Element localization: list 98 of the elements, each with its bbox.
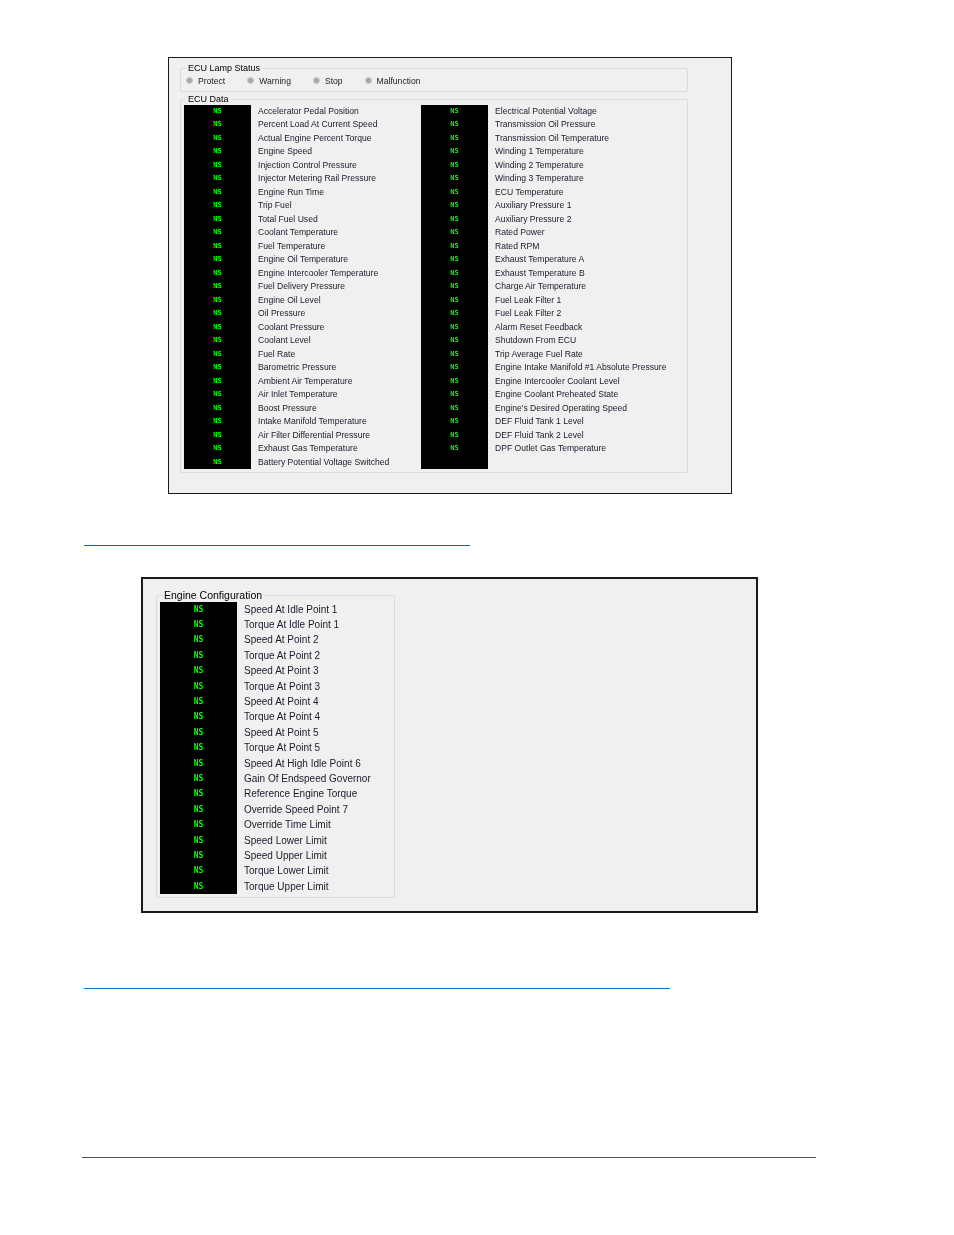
lamp-label: Stop <box>324 75 343 86</box>
parameter-label: Fuel Delivery Pressure <box>258 280 345 294</box>
parameter-label: Engine Intake Manifold #1 Absolute Pressure <box>495 361 667 375</box>
value-text: NS <box>193 819 204 832</box>
parameter-label: Engine Run Time <box>258 185 324 199</box>
parameter-label: Gain Of Endspeed Governor <box>244 772 371 786</box>
lamp-label: Warning <box>259 75 291 86</box>
value-text: NS <box>193 834 204 847</box>
parameter-label: Trip Fuel <box>258 199 292 213</box>
parameter-label: Engine Intercooler Temperature <box>258 266 379 280</box>
parameter-label: Oil Pressure <box>258 307 306 321</box>
parameter-label: Exhaust Gas Temperature <box>258 442 358 456</box>
parameter-label: Actual Engine Percent Torque <box>258 131 372 145</box>
value-text: NS <box>193 880 204 893</box>
parameter-label: Coolant Temperature <box>258 226 339 240</box>
parameter-label: Alarm Reset Feedback <box>495 320 583 334</box>
parameter-label: Engine Speed <box>258 145 312 159</box>
parameter-label: Air Inlet Temperature <box>258 388 338 402</box>
parameter-label: Winding 2 Temperature <box>495 158 584 172</box>
parameter-label: Transmission Oil Pressure <box>495 118 596 132</box>
parameter-label: Speed At Point 3 <box>244 664 319 679</box>
parameter-label: Shutdown From ECU <box>495 334 577 348</box>
value-text: NS <box>193 850 204 863</box>
parameter-label: Total Fuel Used <box>258 212 318 226</box>
parameter-label: Engine Intercooler Coolant Level <box>495 374 620 388</box>
parameter-label: Fuel Rate <box>258 347 296 361</box>
parameter-label: Intake Manifold Temperature <box>258 415 367 429</box>
parameter-label: Rated Power <box>495 226 545 240</box>
value-text: NS <box>193 803 204 816</box>
value-text: NS <box>193 680 204 693</box>
parameter-label: DEF Fluid Tank 2 Level <box>495 428 584 442</box>
parameter-label: Rated RPM <box>495 239 540 253</box>
value-text: NS <box>193 742 204 755</box>
parameter-label: Battery Potential Voltage Switched <box>258 455 390 469</box>
group-title: ECU Lamp Status <box>187 64 262 74</box>
parameter-label: Charge Air Temperature <box>495 280 587 294</box>
value-text: NS <box>193 757 204 770</box>
parameter-label: Injector Metering Rail Pressure <box>258 172 376 186</box>
value-text: NS <box>193 773 204 785</box>
parameter-label: Percent Load At Current Speed <box>258 118 378 132</box>
parameter-label: Trip Average Fuel Rate <box>495 347 583 361</box>
parameter-label: Torque Lower Limit <box>244 864 329 879</box>
lamp-label: Protect <box>198 75 226 86</box>
parameter-label: Torque At Point 3 <box>244 679 321 694</box>
parameter-label: Electrical Potential Voltage <box>495 104 597 118</box>
parameter-label: Speed At Point 4 <box>244 695 319 709</box>
group-title: ECU Data <box>187 94 230 105</box>
value-text: NS <box>193 788 204 801</box>
parameter-label: Speed Lower Limit <box>244 833 327 848</box>
parameter-label: Torque At Point 5 <box>244 741 321 756</box>
parameter-label: Air Filter Differential Pressure <box>258 428 371 442</box>
parameter-label: Torque At Idle Point 1 <box>244 617 340 632</box>
parameter-label: Override Time Limit <box>244 818 331 833</box>
parameter-label: Engine's Desired Operating Speed <box>495 401 628 415</box>
value-text: NS <box>193 634 204 647</box>
parameter-label: Winding 3 Temperature <box>495 172 584 186</box>
parameter-label: Speed Upper Limit <box>244 849 327 864</box>
parameter-label: ECU Temperature <box>495 185 564 199</box>
group-title: Engine Configuration <box>163 590 264 602</box>
value-text: NS <box>193 665 204 678</box>
value-text: NS <box>193 711 204 724</box>
parameter-label: Ambient Air Temperature <box>258 374 353 388</box>
parameter-label: Torque Upper Limit <box>244 879 329 894</box>
parameter-label: Exhaust Temperature B <box>495 266 585 280</box>
parameter-label: Speed At Idle Point 1 <box>244 602 338 617</box>
parameter-label: Torque At Point 4 <box>244 710 321 725</box>
parameter-label: Boost Pressure <box>258 401 317 415</box>
parameter-label: Speed At Point 5 <box>244 725 319 740</box>
parameter-label: Speed At High Idle Point 6 <box>244 756 361 771</box>
parameter-label: Engine Oil Level <box>258 293 321 307</box>
value-text: NS <box>193 649 204 662</box>
parameter-label: Coolant Level <box>258 334 311 348</box>
parameter-label: Torque At Point 2 <box>244 648 321 663</box>
parameter-label: Override Speed Point 7 <box>244 802 348 817</box>
lamp-label: Malfunction <box>376 75 421 86</box>
parameter-label: Auxiliary Pressure 1 <box>495 199 572 213</box>
parameter-label: Coolant Pressure <box>258 320 325 334</box>
parameter-label: Injection Control Pressure <box>258 158 357 172</box>
value-text: NS <box>193 618 204 631</box>
parameter-label: Fuel Temperature <box>258 239 326 253</box>
parameter-label: Engine Oil Temperature <box>258 253 349 267</box>
parameter-label: Winding 1 Temperature <box>495 145 584 159</box>
parameter-label: Barometric Pressure <box>258 361 337 375</box>
value-text: NS <box>193 696 204 708</box>
parameter-label: DEF Fluid Tank 1 Level <box>495 415 584 429</box>
parameter-label: DPF Outlet Gas Temperature <box>495 442 607 456</box>
parameter-label: Accelerator Pedal Position <box>258 104 359 118</box>
parameter-label: Auxiliary Pressure 2 <box>495 212 572 226</box>
parameter-label: Fuel Leak Filter 1 <box>495 293 562 307</box>
parameter-label: Engine Coolant Preheated State <box>495 388 619 402</box>
value-text: NS <box>193 603 204 616</box>
parameter-label: Fuel Leak Filter 2 <box>495 307 562 321</box>
value-text: NS <box>193 865 204 878</box>
parameter-label: Exhaust Temperature A <box>495 253 585 267</box>
value-text: NS <box>193 726 204 739</box>
parameter-label: Transmission Oil Temperature <box>495 131 610 145</box>
parameter-label: Speed At Point 2 <box>244 633 319 648</box>
parameter-label: Reference Engine Torque <box>244 787 358 802</box>
